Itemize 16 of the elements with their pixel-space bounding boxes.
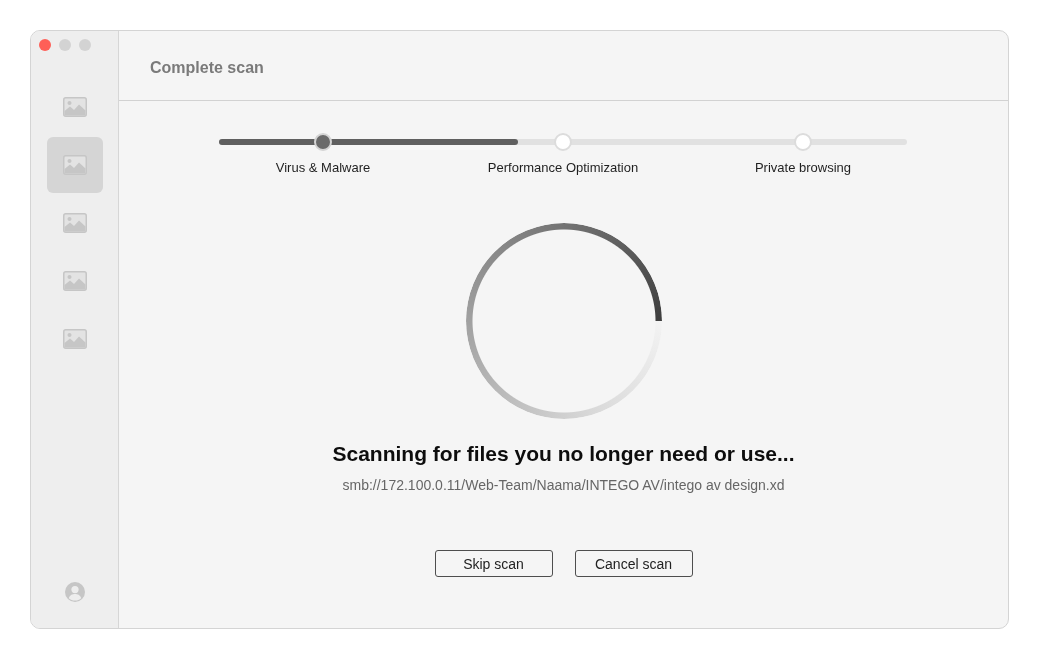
user-icon[interactable] — [64, 582, 85, 602]
image-icon — [62, 271, 87, 291]
image-icon — [62, 97, 87, 117]
image-icon — [62, 155, 87, 175]
file-path: smb://172.100.0.11/Web-Team/Naama/INTEGO AV/intego av design.xd — [342, 476, 785, 494]
image-icon — [62, 213, 87, 233]
image-icon — [62, 329, 87, 349]
status-heading: Scanning for files you no longer need or use... — [332, 441, 795, 467]
cancel-button[interactable]: Cancel scan — [574, 550, 693, 577]
step-label: Private browsing — [754, 160, 852, 176]
step-label: Performance Optimization — [487, 160, 639, 176]
close-button[interactable] — [39, 39, 51, 51]
sidebar-item[interactable] — [46, 137, 103, 193]
step-label: Virus & Malware — [275, 160, 371, 176]
page-title: Complete scan — [150, 58, 264, 78]
skip-button[interactable]: Skip scan — [434, 550, 553, 577]
